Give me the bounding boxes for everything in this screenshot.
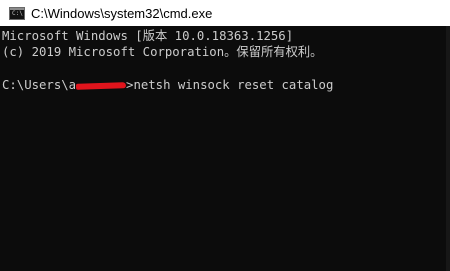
console-line-copyright: (c) 2019 Microsoft Corporation。保留所有权利。 (2, 45, 323, 60)
console-line-prompt: C:\Users\a >netsh winsock reset catalog (2, 77, 450, 93)
cmd-app-icon-glyph: C:\ (12, 9, 23, 17)
console-line-version: Microsoft Windows [版本 10.0.18363.1256] (2, 29, 294, 43)
cmd-window: C:\ C:\Windows\system32\cmd.exe Microsof… (0, 0, 450, 271)
prompt-path: C:\Users\a (2, 77, 77, 92)
redacted-username-mark (76, 78, 126, 90)
window-title: C:\Windows\system32\cmd.exe (31, 5, 213, 21)
vertical-scrollbar[interactable] (446, 26, 450, 271)
console-output[interactable]: Microsoft Windows [版本 10.0.18363.1256] (… (0, 26, 450, 271)
cmd-app-icon[interactable]: C:\ (9, 6, 25, 20)
title-bar[interactable]: C:\ C:\Windows\system32\cmd.exe (0, 0, 450, 26)
command-text: netsh winsock reset catalog (133, 77, 334, 92)
